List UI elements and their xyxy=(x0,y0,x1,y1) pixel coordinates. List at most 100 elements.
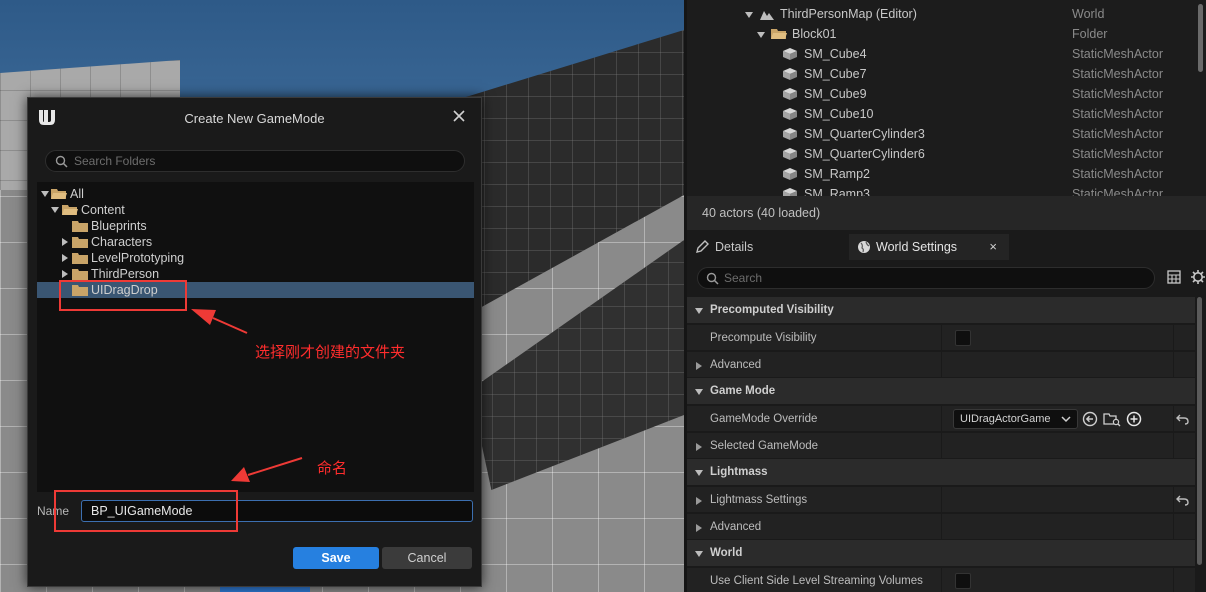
outliner-type: StaticMeshActor xyxy=(1072,107,1164,121)
folder-open-icon xyxy=(51,189,67,199)
folder-annotation-text: 选择刚才创建的文件夹 xyxy=(255,343,406,361)
outliner-row-sm-cube9[interactable]: SM_Cube9 StaticMeshActor xyxy=(687,84,1194,104)
gear-icon[interactable] xyxy=(1190,269,1206,285)
column-divider xyxy=(941,325,942,351)
outliner-label: SM_Cube4 xyxy=(804,47,867,61)
cube-icon xyxy=(783,68,797,80)
save-button[interactable]: Save xyxy=(293,547,379,569)
outliner-row-sm-cube7[interactable]: SM_Cube7 StaticMeshActor xyxy=(687,64,1194,84)
outliner-row-thirdpersonmap[interactable]: ThirdPersonMap (Editor) World xyxy=(687,4,1194,24)
property-precompute-visibility: Precompute Visibility xyxy=(687,324,1195,351)
category-game-mode[interactable]: Game Mode xyxy=(687,378,1195,404)
folder-highlight-box xyxy=(59,280,187,311)
chevron-down-icon[interactable] xyxy=(695,307,703,315)
column-divider xyxy=(941,514,942,540)
column-divider xyxy=(1173,352,1174,378)
outliner-row-sm-quartercylinder3[interactable]: SM_QuarterCylinder3 StaticMeshActor xyxy=(687,124,1194,144)
chevron-right-icon[interactable] xyxy=(61,238,69,246)
folder-icon xyxy=(72,253,88,264)
reset-to-default-icon[interactable] xyxy=(1176,494,1189,506)
outliner-row-sm-ramp3[interactable]: SM_Ramp3 StaticMeshActor xyxy=(687,184,1194,196)
property-gamemode-override: GameMode Override UIDragActorGame xyxy=(687,405,1195,432)
column-divider xyxy=(941,433,942,459)
cube-icon xyxy=(783,148,797,160)
gamemode-override-dropdown[interactable]: UIDragActorGame xyxy=(953,409,1078,429)
column-divider xyxy=(941,568,942,592)
category-label: Game Mode xyxy=(710,385,776,397)
chevron-right-icon[interactable] xyxy=(695,497,703,505)
tree-item-levelprototyping[interactable]: LevelPrototyping xyxy=(37,250,474,266)
cube-icon xyxy=(783,188,797,196)
outliner-type: StaticMeshActor xyxy=(1072,147,1164,161)
gamemode-override-value: UIDragActorGame xyxy=(960,413,1051,425)
use-selected-arrow-icon[interactable] xyxy=(1082,411,1098,427)
tree-item-all[interactable]: All xyxy=(37,186,474,202)
cube-icon xyxy=(783,128,797,140)
tab-world-settings[interactable]: World Settings × xyxy=(849,234,1009,260)
property-lightmass-advanced[interactable]: Advanced xyxy=(687,513,1195,540)
cancel-button[interactable]: Cancel xyxy=(382,547,472,569)
details-scrollbar[interactable] xyxy=(1197,297,1202,565)
category-precomputed-visibility[interactable]: Precomputed Visibility xyxy=(687,297,1195,323)
outliner-label: SM_QuarterCylinder3 xyxy=(804,127,925,141)
outliner-row-sm-cube4[interactable]: SM_Cube4 StaticMeshActor xyxy=(687,44,1194,64)
chevron-right-icon[interactable] xyxy=(61,254,69,262)
tab-label: Details xyxy=(715,240,754,254)
outliner-row-sm-quartercylinder6[interactable]: SM_QuarterCylinder6 StaticMeshActor xyxy=(687,144,1194,164)
category-world[interactable]: World xyxy=(687,540,1195,566)
browse-folder-icon[interactable] xyxy=(1103,411,1121,427)
cube-icon xyxy=(783,88,797,100)
precompute-visibility-checkbox[interactable] xyxy=(955,330,971,346)
property-lightmass-settings[interactable]: Lightmass Settings xyxy=(687,486,1195,513)
details-search-input[interactable] xyxy=(724,270,1144,286)
chevron-down-icon[interactable] xyxy=(695,469,703,477)
client-streaming-checkbox[interactable] xyxy=(955,573,971,589)
chevron-right-icon[interactable] xyxy=(695,443,703,451)
outliner-row-sm-cube10[interactable]: SM_Cube10 StaticMeshActor xyxy=(687,104,1194,124)
world-outliner[interactable]: ThirdPersonMap (Editor) World Block01 Fo… xyxy=(687,0,1206,196)
chevron-right-icon[interactable] xyxy=(695,524,703,532)
property-label: Use Client Side Level Streaming Volumes xyxy=(710,575,923,587)
property-selected-gamemode[interactable]: Selected GameMode xyxy=(687,432,1195,459)
outliner-label: SM_Cube10 xyxy=(804,107,874,121)
outliner-row-block01[interactable]: Block01 Folder xyxy=(687,24,1194,44)
add-new-icon[interactable] xyxy=(1126,411,1142,427)
folder-search-input[interactable] xyxy=(74,153,454,169)
pencil-icon xyxy=(696,240,709,253)
dialog-titlebar[interactable]: Create New GameMode xyxy=(28,98,481,138)
tree-item-blueprints[interactable]: Blueprints xyxy=(37,218,474,234)
table-view-icon[interactable] xyxy=(1167,270,1181,284)
close-icon[interactable] xyxy=(451,108,467,124)
chevron-down-icon[interactable] xyxy=(41,190,49,198)
chevron-right-icon[interactable] xyxy=(61,270,69,278)
chevron-right-icon[interactable] xyxy=(695,362,703,370)
column-divider xyxy=(1173,568,1174,592)
chevron-down-icon[interactable] xyxy=(51,206,59,214)
column-divider xyxy=(1173,433,1174,459)
category-label: World xyxy=(710,547,743,559)
world-settings-panel: Details World Settings × Precomputed Vis… xyxy=(687,230,1206,592)
close-tab-icon[interactable]: × xyxy=(989,234,997,260)
outliner-scrollbar[interactable] xyxy=(1198,4,1203,72)
name-annotation-text: 命名 xyxy=(317,459,348,477)
column-divider xyxy=(1173,406,1174,432)
outliner-label: SM_Ramp2 xyxy=(804,167,870,181)
category-lightmass[interactable]: Lightmass xyxy=(687,459,1195,485)
chevron-down-icon[interactable] xyxy=(695,550,703,558)
chevron-down-icon[interactable] xyxy=(745,11,753,19)
reset-to-default-icon[interactable] xyxy=(1176,413,1189,425)
tree-item-content[interactable]: Content xyxy=(37,202,474,218)
tab-details[interactable]: Details xyxy=(687,234,847,260)
folder-tree[interactable]: All Content Blueprints Characters LevelP… xyxy=(37,182,474,492)
chevron-down-icon[interactable] xyxy=(695,388,703,396)
folder-search-box[interactable] xyxy=(45,150,465,172)
dialog-title: Create New GameMode xyxy=(184,111,325,126)
outliner-row-sm-ramp2[interactable]: SM_Ramp2 StaticMeshActor xyxy=(687,164,1194,184)
column-divider xyxy=(1173,514,1174,540)
property-advanced[interactable]: Advanced xyxy=(687,351,1195,378)
outliner-type: World xyxy=(1072,7,1105,21)
details-search-box[interactable] xyxy=(697,267,1155,289)
tree-item-characters[interactable]: Characters xyxy=(37,234,474,250)
column-divider xyxy=(1173,487,1174,513)
chevron-down-icon[interactable] xyxy=(757,31,765,39)
